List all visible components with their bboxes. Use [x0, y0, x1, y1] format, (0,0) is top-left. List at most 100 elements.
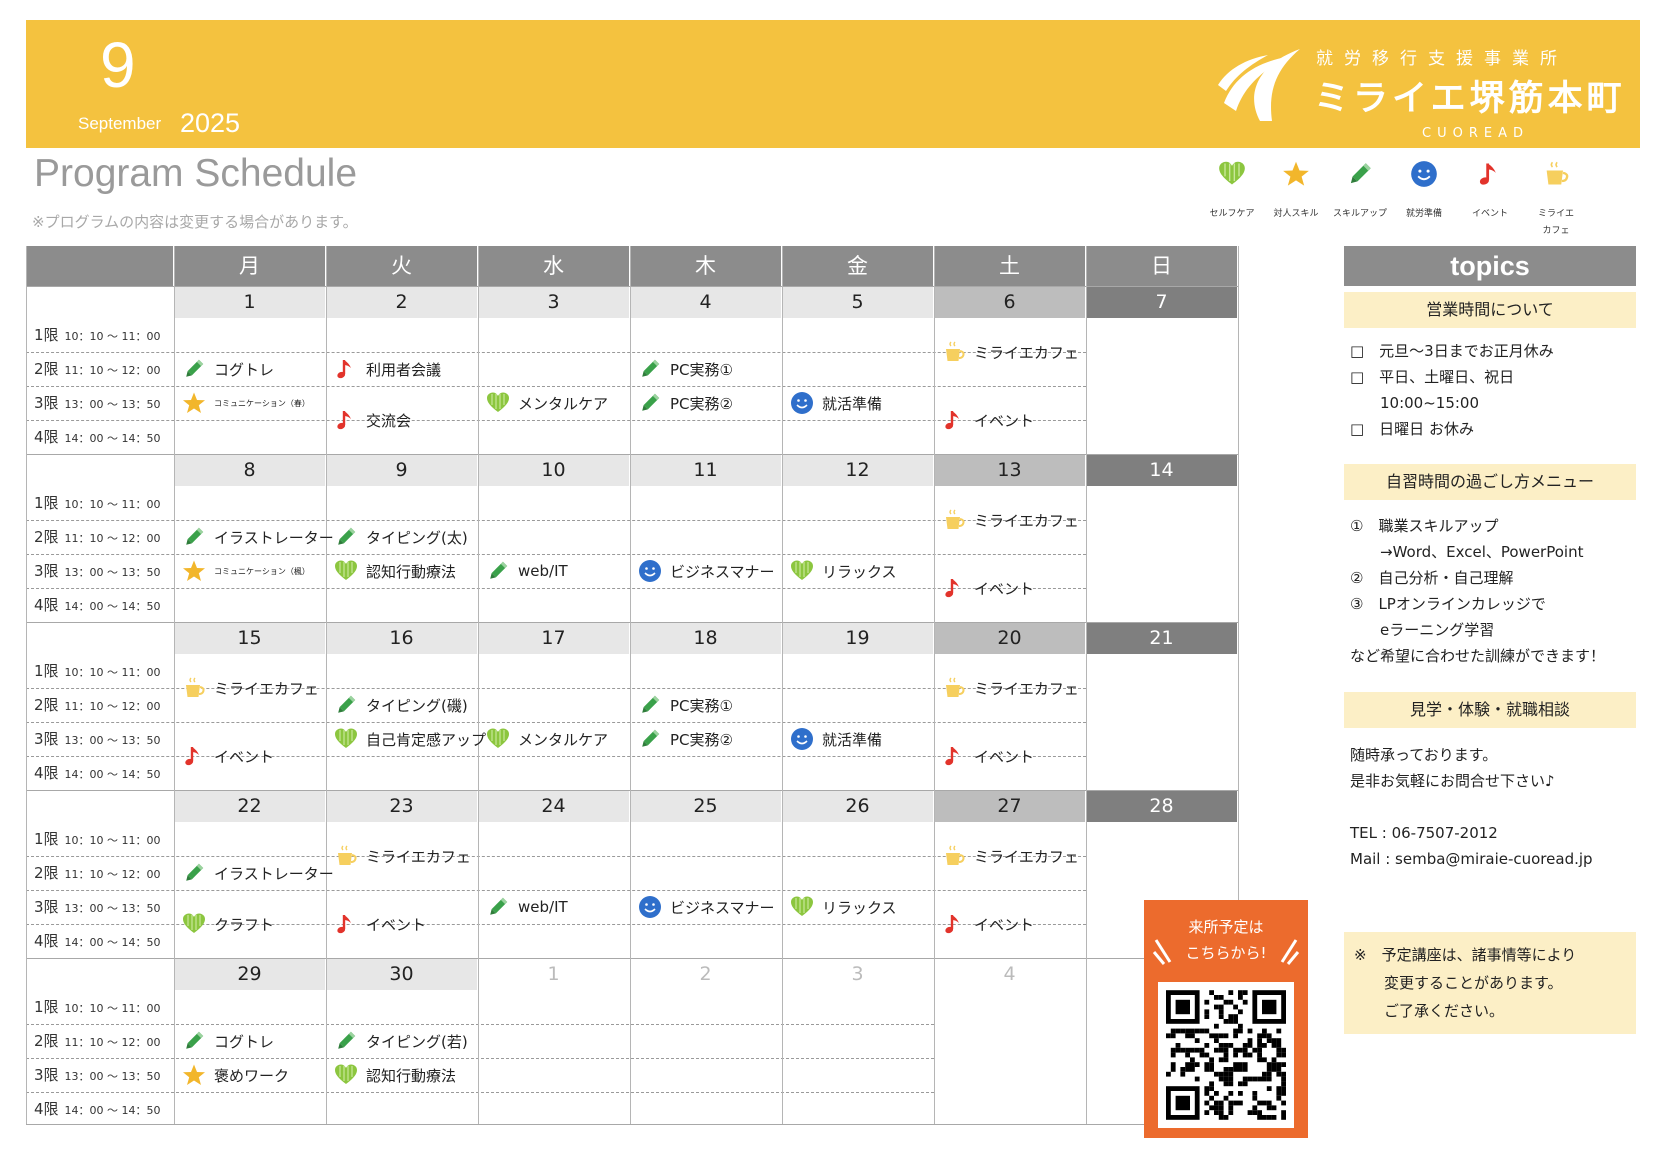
schedule-event: メンタルケア [486, 386, 628, 420]
schedule-event: メンタルケア [486, 722, 628, 756]
cup-icon [942, 340, 966, 364]
topics-line: □ 平日、土曜日、祝日 [1350, 368, 1515, 386]
column-divider [782, 246, 783, 1124]
schedule-event: イベント [942, 890, 1084, 958]
topics-section-body: □ 元旦～3日までお正月休み □ 平日、土曜日、祝日 10:00~15:00 □ 日… [1344, 338, 1636, 442]
schedule-event: ビジネスマナー [638, 890, 780, 924]
week-divider [26, 790, 1238, 791]
smiley-icon [638, 559, 662, 583]
period-time: 13：00 ～ 13：50 [64, 566, 161, 579]
schedule-event: タイピング(太) [334, 520, 476, 554]
day-number: 30 [326, 958, 478, 990]
day-number: 4 [630, 286, 782, 318]
schedule-event: コミュニケーション（春） [182, 386, 324, 420]
event-label: ビジネスマナー [670, 898, 775, 917]
schedule-event: イベント [942, 386, 1084, 454]
period-label: 2限 11：10 ～ 12：00 [26, 856, 174, 890]
event-label: web/IT [518, 562, 568, 580]
music-note-icon [182, 744, 206, 768]
period-divider [26, 588, 1086, 589]
event-label: イベント [974, 747, 1035, 766]
legend-label: スキルアップ [1332, 209, 1387, 219]
topics-panel: topics 営業時間について □ 元旦～3日までお正月休み □ 平日、土曜日、祝日… [1344, 246, 1636, 872]
event-label: イベント [974, 915, 1035, 934]
event-label: 認知行動療法 [366, 562, 457, 581]
qr-code[interactable] [1158, 982, 1294, 1128]
event-label: PC実務① [670, 360, 733, 379]
schedule-event: ミライエカフェ [182, 654, 324, 722]
pencil-icon [486, 895, 510, 919]
period-name: 3限 [34, 898, 59, 916]
weekday-header: 金 [782, 246, 934, 286]
period-name: 2限 [34, 696, 59, 714]
period-time: 10：10 ～ 11：00 [64, 666, 161, 679]
cup-icon [942, 844, 966, 868]
day-number: 24 [478, 790, 630, 822]
event-label: メンタルケア [518, 730, 609, 749]
qr-code-image [1166, 990, 1286, 1120]
week-divider [26, 454, 1238, 455]
day-number: 27 [934, 790, 1086, 822]
schedule-event: PC実務① [638, 352, 780, 386]
music-note-icon [942, 408, 966, 432]
note-line: 変更することがあります。 [1354, 974, 1563, 992]
legend-label: ミライエ カフェ [1538, 209, 1574, 236]
heart-icon [334, 559, 358, 583]
day-number: 22 [174, 790, 326, 822]
note-line: ご了承ください。 [1354, 1002, 1505, 1020]
period-name: 3限 [34, 394, 59, 412]
topics-line: 是非お気軽にお問合せ下さい♪ [1350, 772, 1555, 790]
cup-icon [942, 508, 966, 532]
period-label: 4限 14：00 ～ 14：50 [26, 756, 174, 790]
pencil-icon [334, 525, 358, 549]
event-label: イベント [214, 747, 275, 766]
period-name: 2限 [34, 528, 59, 546]
period-label: 3限 13：00 ～ 13：50 [26, 1058, 174, 1092]
period-time: 11：10 ～ 12：00 [64, 532, 161, 545]
star-icon [1282, 160, 1310, 188]
period-label: 4限 14：00 ～ 14：50 [26, 588, 174, 622]
sparkle-lines-icon [1152, 939, 1172, 965]
schedule-event: イラストレーター [182, 520, 334, 554]
event-label: web/IT [518, 898, 568, 916]
schedule-event: web/IT [486, 890, 628, 924]
schedule-event: PC実務② [638, 722, 780, 756]
smiley-icon [790, 727, 814, 751]
schedule-event: ミライエカフェ [942, 486, 1084, 554]
cup-icon [334, 844, 358, 868]
day-number: 21 [1086, 622, 1238, 654]
org-subtitle: 就労移行支援事業所 [1316, 49, 1568, 69]
legend-item: 就労準備 [1388, 160, 1460, 223]
pencil-icon [182, 1029, 206, 1053]
event-label: タイピング(若) [366, 1032, 468, 1051]
logo-mark-icon [1218, 49, 1300, 121]
cup-icon [1542, 160, 1570, 188]
period-label: 3限 13：00 ～ 13：50 [26, 722, 174, 756]
event-label: コミュニケーション（春） [214, 398, 310, 408]
day-number: 2 [630, 958, 782, 990]
period-label: 1限 10：10 ～ 11：00 [26, 654, 174, 688]
legend-item: スキルアップ [1324, 160, 1396, 223]
topics-section-heading: 自習時間の過ごし方メニュー [1344, 464, 1636, 500]
topics-section-body: 随時承っております。 是非お気軽にお問合せ下さい♪ TEL : 06-7507-20… [1344, 742, 1636, 872]
schedule-event: クラフト [182, 890, 324, 958]
day-number: 1 [174, 286, 326, 318]
weekday-header: 木 [630, 246, 782, 286]
period-label: 4限 14：00 ～ 14：50 [26, 924, 174, 958]
legend-item: ミライエ カフェ [1520, 160, 1592, 240]
pencil-icon [638, 357, 662, 381]
period-name: 3限 [34, 562, 59, 580]
day-number: 9 [326, 454, 478, 486]
event-label: 交流会 [366, 411, 412, 430]
pencil-icon [486, 559, 510, 583]
reservation-qr-panel[interactable]: 来所予定は こちらから! [1144, 900, 1308, 1138]
cup-icon [942, 676, 966, 700]
event-label: イベント [974, 411, 1035, 430]
page-title: Program Schedule [34, 152, 358, 195]
topics-line: ① 職業スキルアップ [1350, 517, 1499, 535]
note-line: ※ 予定講座は、諸事情等により [1354, 946, 1577, 964]
column-divider [1086, 246, 1087, 1124]
day-number: 3 [782, 958, 934, 990]
topics-line: 10:00~15:00 [1350, 394, 1480, 412]
topics-title: topics [1344, 246, 1636, 286]
